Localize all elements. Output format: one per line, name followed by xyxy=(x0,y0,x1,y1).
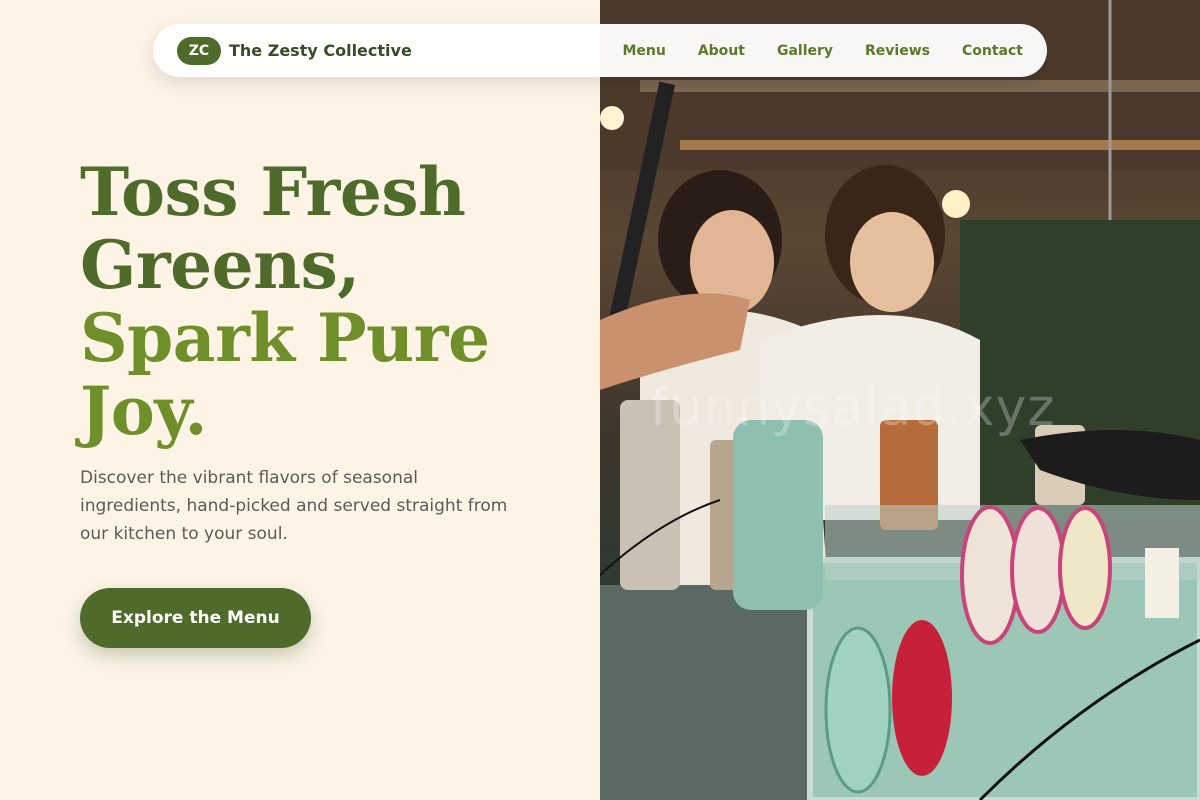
nav-link-reviews[interactable]: Reviews xyxy=(865,43,930,59)
logo-badge[interactable]: ZC xyxy=(177,36,221,65)
top-navbar: ZC The Zesty Collective Menu About Galle… xyxy=(153,24,1047,77)
watermark-text: funnysalad.xyz xyxy=(650,378,1056,438)
nav-links: Menu About Gallery Reviews Contact xyxy=(622,43,1023,59)
brand-name[interactable]: The Zesty Collective xyxy=(229,41,412,60)
nav-link-about[interactable]: About xyxy=(698,43,745,59)
nav-link-gallery[interactable]: Gallery xyxy=(777,43,833,59)
hero-photo: funnysalad.xyz xyxy=(600,0,1200,800)
hero-headline: Toss Fresh Greens, Spark Pure Joy. xyxy=(80,156,580,448)
nav-link-contact[interactable]: Contact xyxy=(962,43,1023,59)
hero-subtext: Discover the vibrant flavors of seasonal… xyxy=(80,468,508,544)
headline-line-1: Toss Fresh Greens, xyxy=(80,153,466,304)
headline-line-2: Spark Pure Joy. xyxy=(80,299,490,450)
nav-link-menu[interactable]: Menu xyxy=(622,43,665,59)
explore-menu-button[interactable]: Explore the Menu xyxy=(80,588,311,648)
